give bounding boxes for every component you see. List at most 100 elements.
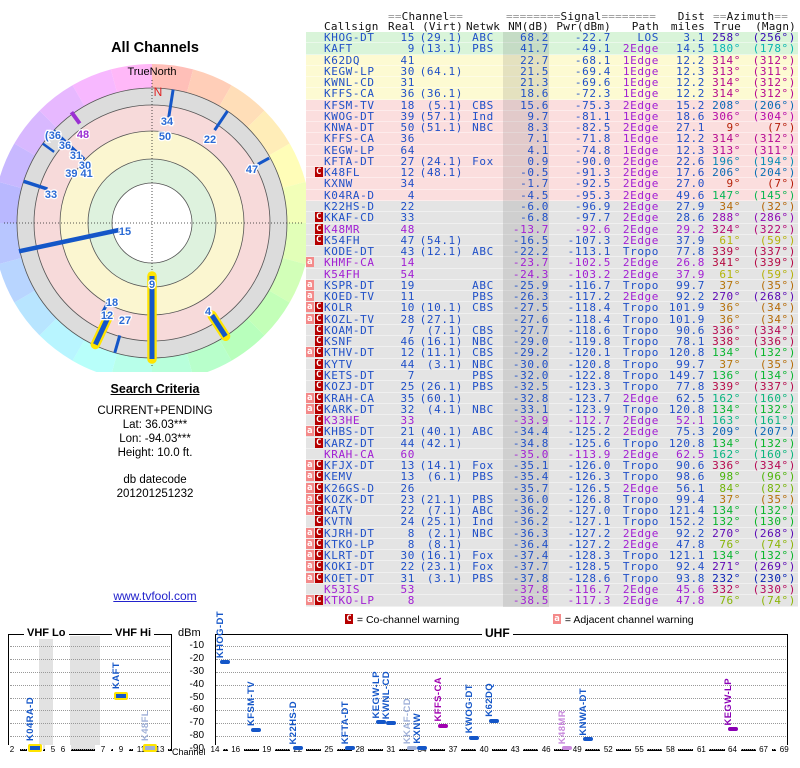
pw-cell: -49.1 <box>574 43 611 55</box>
pa-cell: 1Edge <box>622 133 659 145</box>
table-row: KFTA-DT 27 (24.1) Fox 0.9 -90.0 2Edge 22.6 196° (… <box>306 155 798 168</box>
nm-cell: -32.0 <box>503 369 549 382</box>
vi-cell <box>415 269 463 280</box>
vi-cell: (36.1) <box>419 88 463 100</box>
mg-cell: (334°) <box>752 324 796 337</box>
tr-cell: 134° <box>712 550 741 562</box>
station-label: KXNW <box>412 713 423 744</box>
adjacent-channel-warning-badge: a <box>306 313 314 324</box>
table-row: C KKAF-CD 33 -6.8 -97.7 2Edge 28.6 288° (286°) <box>306 212 798 224</box>
station-marker <box>344 746 355 750</box>
dbm-tick-label: -60 <box>189 704 204 716</box>
nm-cell: -35.0 <box>503 448 549 461</box>
nw-cell: Fox <box>472 561 494 573</box>
channel-tick-label: 6 <box>55 745 71 755</box>
mg-cell: (194°) <box>752 155 796 168</box>
radar-channel-label: 18 <box>106 297 118 309</box>
pw-cell: -68.1 <box>574 54 611 66</box>
nm-cell: 22.7 <box>503 54 549 66</box>
pa-cell: 1Edge <box>622 88 659 100</box>
station-marker <box>489 718 500 723</box>
co-channel-warning-badge: C <box>315 347 323 358</box>
station-label: K48FL <box>140 709 151 741</box>
cs-cell: KVTN <box>324 516 353 528</box>
warning-spacer <box>315 246 323 256</box>
pa-cell: 2Edge <box>622 595 659 607</box>
vi-cell: (11.1) <box>419 347 463 359</box>
vi-cell: (7.1) <box>426 505 463 517</box>
re-cell: 12 <box>400 347 415 359</box>
tr-cell: 324° <box>712 223 741 235</box>
channel-tick-label: 7 <box>95 745 111 755</box>
pw-cell: -74.8 <box>574 144 611 156</box>
tr-cell: 134° <box>712 347 741 359</box>
mi-cell: 18.6 <box>676 110 705 123</box>
pa-cell: Tropo <box>622 336 659 348</box>
cs-cell: K33HE <box>324 415 361 427</box>
radar-plot: 3450 2247(36 4836313039 41331591812 274NTru… <box>0 64 311 372</box>
mg-cell: (96°) <box>759 471 796 483</box>
pw-cell: -123.7 <box>567 392 611 404</box>
cs-cell: KHMF-CA <box>324 257 375 269</box>
mi-cell: 149.7 <box>668 369 705 382</box>
nw-cell <box>463 66 503 77</box>
table-row: a C KTKO-LP 8 -38.5 -117.3 2Edge 47.8 76° (74°) <box>306 595 798 607</box>
co-channel-warning-badge: C <box>315 403 323 414</box>
table-row: a C KEMV 13 (6.1) PBS -35.4 -126.3 Tropo 98.6 98° (… <box>306 471 798 483</box>
pw-cell: -92.6 <box>574 223 611 235</box>
nw-cell <box>463 235 503 246</box>
adjacent-channel-legend: a = Adjacent channel warning <box>553 614 694 626</box>
nm-cell: -24.3 <box>503 268 549 280</box>
vi-cell: (16.1) <box>419 550 463 562</box>
re-cell: 8 <box>407 538 415 551</box>
re-cell: 13 <box>400 471 415 483</box>
tr-cell: 134° <box>712 505 741 517</box>
nm-cell: -37.8 <box>503 572 549 585</box>
nw-cell: Fox <box>472 460 494 472</box>
table-row: KXNW 34 -1.7 -92.5 2Edge 27.0 9° (7°) <box>306 178 798 190</box>
warning-spacer <box>315 43 323 53</box>
warning-spacer <box>306 145 314 155</box>
mg-cell: (268°) <box>752 291 796 303</box>
tr-cell: 332° <box>712 584 741 596</box>
mi-cell: 12.2 <box>676 133 705 145</box>
tvfool-link[interactable]: www.tvfool.com <box>90 589 220 603</box>
station-marker <box>468 735 479 740</box>
nm-cell: -36.0 <box>503 493 549 506</box>
cs-cell: KNWA-DT <box>324 122 375 134</box>
mi-cell: 93.8 <box>676 572 705 585</box>
adjacent-channel-warning-badge: a <box>306 392 314 403</box>
pa-cell: 2Edge <box>622 223 659 235</box>
mg-cell: (82°) <box>759 482 796 494</box>
station-label: KHOG-DT <box>215 611 227 659</box>
radar-channel-label: 48 <box>77 129 89 141</box>
pw-cell: -75.3 <box>574 99 611 111</box>
cs-cell: KRAH-CA <box>324 392 375 404</box>
mi-cell: 52.1 <box>676 415 705 427</box>
warning-spacer <box>315 449 323 459</box>
station-marker <box>251 728 262 733</box>
nm-cell: -34.4 <box>503 426 549 438</box>
table-row: a KHMF-CA 14 -23.7 -102.5 2Edge 26.8 341° (339°) <box>306 257 798 269</box>
co-channel-warning-badge: C <box>315 313 323 324</box>
col-header: (Magn) <box>755 20 796 33</box>
station-label: K62DQ <box>484 683 496 717</box>
vi-cell <box>415 190 463 201</box>
gridline <box>216 710 786 712</box>
channel-tick-label: 16 <box>227 745 244 755</box>
pw-cell: -97.7 <box>574 212 611 224</box>
pw-cell: -81.1 <box>574 110 611 123</box>
pw-cell: -118.4 <box>567 302 611 314</box>
pw-cell: -22.7 <box>574 32 611 44</box>
nm-cell: -34.8 <box>503 437 549 449</box>
re-cell: 28 <box>400 313 415 325</box>
pa-cell: Tropo <box>622 505 659 517</box>
gridline <box>10 658 170 660</box>
channel-tick-label: 43 <box>507 745 524 755</box>
mg-cell: (130°) <box>752 516 796 528</box>
co-channel-warning-badge: C <box>315 212 323 223</box>
col-header: Callsign <box>324 20 379 33</box>
channel-tick-label: 31 <box>382 745 399 755</box>
mi-cell: 121.4 <box>668 505 705 517</box>
vi-cell: (7.1) <box>426 324 463 337</box>
